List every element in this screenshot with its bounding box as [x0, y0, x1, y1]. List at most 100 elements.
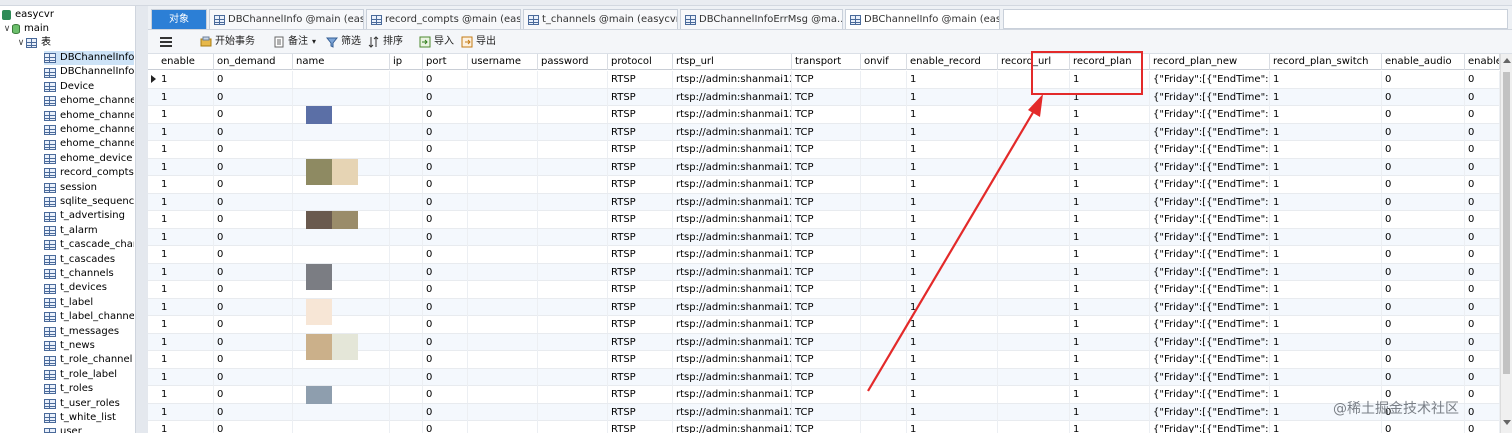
- cell-transport[interactable]: TCP: [792, 246, 861, 263]
- cell-rtsp-url[interactable]: rtsp://admin:shanmai123(: [673, 123, 792, 141]
- cell-enable[interactable]: 0: [1465, 386, 1500, 403]
- cell-record-plan[interactable]: 1: [1070, 158, 1150, 176]
- cell-rtsp-url[interactable]: rtsp://admin:shanmai123(: [673, 368, 792, 386]
- cell-record-plan-switch[interactable]: 1: [1270, 88, 1382, 106]
- cell-transport[interactable]: TCP: [792, 298, 861, 316]
- tree-db-node[interactable]: easycvr: [2, 8, 54, 22]
- cell-port[interactable]: 0: [423, 176, 468, 193]
- cell-ip[interactable]: [390, 403, 423, 421]
- cell-password[interactable]: [538, 281, 608, 298]
- cell-enable-record[interactable]: 1: [907, 263, 998, 281]
- cell-transport[interactable]: TCP: [792, 368, 861, 386]
- cell-port[interactable]: 0: [423, 403, 468, 421]
- sidebar-table-item[interactable]: t_alarm: [44, 224, 134, 238]
- cell-password[interactable]: [538, 316, 608, 333]
- sidebar-table-item[interactable]: t_role_label: [44, 368, 134, 382]
- cell-ip[interactable]: [390, 176, 423, 193]
- cell-password[interactable]: [538, 246, 608, 263]
- cell-record-plan[interactable]: 1: [1070, 123, 1150, 141]
- cell-protocol[interactable]: RTSP: [608, 88, 673, 106]
- cell-record-url[interactable]: [998, 281, 1070, 298]
- cell-name[interactable]: [293, 316, 390, 333]
- table-row[interactable]: 100RTSPrtsp://admin:shanmai123(TCP11{"Fr…: [148, 88, 1500, 106]
- cell-password[interactable]: [538, 193, 608, 211]
- cell-password[interactable]: [538, 141, 608, 158]
- cell-enable-audio[interactable]: 0: [1382, 333, 1465, 351]
- cell-record-plan-new[interactable]: {"Friday":[{"EndTime":"23:5: [1150, 123, 1270, 141]
- cell-protocol[interactable]: RTSP: [608, 351, 673, 368]
- splitter[interactable]: [136, 6, 148, 433]
- cell-protocol[interactable]: RTSP: [608, 106, 673, 123]
- cell-protocol[interactable]: RTSP: [608, 141, 673, 158]
- cell-record-plan-new[interactable]: {"Friday":[{"EndTime":"23:5: [1150, 228, 1270, 246]
- sidebar-table-item[interactable]: DBChannelInfoE: [44, 65, 134, 79]
- cell-port[interactable]: 0: [423, 316, 468, 333]
- cell-ip[interactable]: [390, 368, 423, 386]
- cell-enable-audio[interactable]: 0: [1382, 263, 1465, 281]
- cell-name[interactable]: [293, 193, 390, 211]
- cell-enable[interactable]: 0: [1465, 106, 1500, 123]
- cell-rtsp-url[interactable]: rtsp://admin:shanmai123(: [673, 228, 792, 246]
- cell-rtsp-url[interactable]: rtsp://admin:shanmai123(: [673, 403, 792, 421]
- cell-transport[interactable]: TCP: [792, 263, 861, 281]
- cell-record-plan-new[interactable]: {"Friday":[{"EndTime":"23:5: [1150, 141, 1270, 158]
- cell-onvif[interactable]: [861, 351, 907, 368]
- cell-enable-record[interactable]: 1: [907, 141, 998, 158]
- cell-record-plan-new[interactable]: {"Friday":[{"EndTime":"23:5: [1150, 88, 1270, 106]
- tab-t-channels[interactable]: t_channels @main (easycvr(...: [523, 9, 678, 29]
- cell-transport[interactable]: TCP: [792, 193, 861, 211]
- sidebar-table-item[interactable]: sqlite_sequence: [44, 195, 134, 209]
- cell-enable[interactable]: 0: [1465, 158, 1500, 176]
- cell-onvif[interactable]: [861, 386, 907, 403]
- cell-enable-audio[interactable]: 0: [1382, 316, 1465, 333]
- cell-transport[interactable]: TCP: [792, 88, 861, 106]
- column-header-record-plan-switch[interactable]: record_plan_switch: [1270, 54, 1382, 70]
- cell-transport[interactable]: TCP: [792, 123, 861, 141]
- cell-rtsp-url[interactable]: rtsp://admin:shanmai123(: [673, 88, 792, 106]
- sidebar-table-item[interactable]: ehome_channel_: [44, 137, 134, 151]
- cell-record-plan[interactable]: 1: [1070, 333, 1150, 351]
- cell-record-plan[interactable]: 1: [1070, 228, 1150, 246]
- cell-on-demand[interactable]: 0: [214, 193, 293, 211]
- cell-enable-record[interactable]: 1: [907, 246, 998, 263]
- cell-on-demand[interactable]: 0: [214, 88, 293, 106]
- cell-on-demand[interactable]: 0: [214, 281, 293, 298]
- cell-record-url[interactable]: [998, 123, 1070, 141]
- cell-name[interactable]: [293, 421, 390, 433]
- cell-record-plan[interactable]: 1: [1070, 263, 1150, 281]
- cell-password[interactable]: [538, 123, 608, 141]
- column-header-on-demand[interactable]: on_demand: [214, 54, 293, 70]
- cell-on-demand[interactable]: 0: [214, 316, 293, 333]
- cell-record-plan-switch[interactable]: 1: [1270, 246, 1382, 263]
- cell-enable[interactable]: 0: [1465, 176, 1500, 193]
- cell-record-plan-switch[interactable]: 1: [1270, 351, 1382, 368]
- tab-objects[interactable]: 对象: [151, 9, 207, 29]
- cell-enable[interactable]: 1: [158, 246, 214, 263]
- sort-button[interactable]: 排序: [368, 34, 403, 50]
- cell-ip[interactable]: [390, 228, 423, 246]
- cell-record-plan-new[interactable]: {"Friday":[{"EndTime":"23:5: [1150, 193, 1270, 211]
- cell-on-demand[interactable]: 0: [214, 386, 293, 403]
- chevron-down-icon[interactable]: ∨: [16, 36, 26, 50]
- table-row[interactable]: 100RTSPrtsp://admin:shanmai123(TCP11{"Fr…: [148, 333, 1500, 360]
- cell-enable-audio[interactable]: 0: [1382, 281, 1465, 298]
- cell-record-plan-new[interactable]: {"Friday":[{"EndTime":"23:5: [1150, 351, 1270, 368]
- cell-rtsp-url[interactable]: rtsp://admin:shanmai123(: [673, 71, 792, 88]
- cell-record-plan-new[interactable]: {"Friday":[{"EndTime":"23:5: [1150, 158, 1270, 176]
- cell-record-plan-new[interactable]: {"Friday":[{"EndTime":"20:3: [1150, 176, 1270, 193]
- cell-enable[interactable]: 1: [158, 368, 214, 386]
- cell-record-plan[interactable]: 1: [1070, 176, 1150, 193]
- cell-record-url[interactable]: [998, 386, 1070, 403]
- sidebar-table-item[interactable]: Device: [44, 80, 134, 94]
- cell-enable-audio[interactable]: 0: [1382, 211, 1465, 228]
- cell-username[interactable]: [468, 193, 538, 211]
- cell-enable[interactable]: 1: [158, 351, 214, 368]
- cell-enable[interactable]: 0: [1465, 333, 1500, 351]
- cell-record-plan-switch[interactable]: 1: [1270, 193, 1382, 211]
- cell-username[interactable]: [468, 333, 538, 351]
- cell-ip[interactable]: [390, 386, 423, 403]
- cell-enable-audio[interactable]: 0: [1382, 123, 1465, 141]
- cell-protocol[interactable]: RTSP: [608, 403, 673, 421]
- cell-record-plan-new[interactable]: {"Friday":[{"EndTime":"23:5: [1150, 386, 1270, 403]
- cell-onvif[interactable]: [861, 263, 907, 281]
